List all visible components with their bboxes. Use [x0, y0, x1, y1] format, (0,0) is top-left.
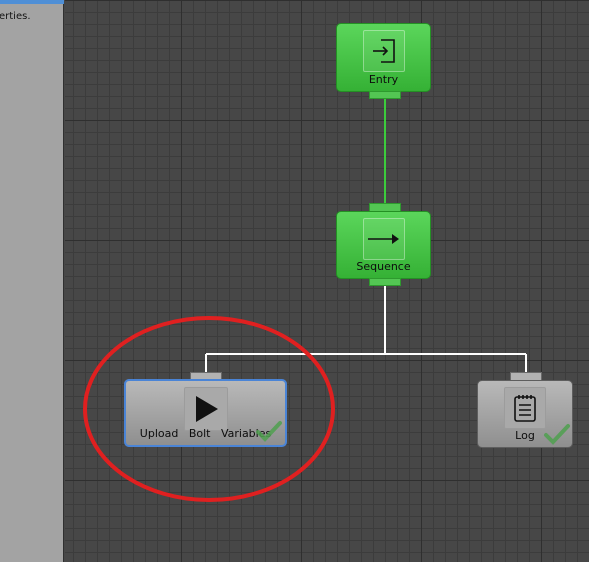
sequence-output-port[interactable]: [369, 278, 401, 286]
arrow-right-icon: [362, 218, 405, 260]
sequence-node-label: Sequence: [356, 260, 411, 273]
entry-node-label: Entry: [368, 73, 399, 86]
play-icon: [183, 387, 228, 431]
node-connections: [205, 98, 527, 374]
entry-icon: [362, 30, 405, 72]
success-check-icon: [256, 421, 282, 442]
log-node[interactable]: Log: [477, 380, 573, 448]
sequence-node[interactable]: Sequence: [336, 211, 431, 279]
success-check-icon: [544, 424, 570, 445]
upload-bolt-variables-node[interactable]: Upload Bolt Variables: [124, 379, 287, 447]
notepad-icon: [504, 387, 546, 429]
entry-output-port[interactable]: [369, 91, 401, 99]
entry-node[interactable]: Entry: [336, 23, 431, 92]
